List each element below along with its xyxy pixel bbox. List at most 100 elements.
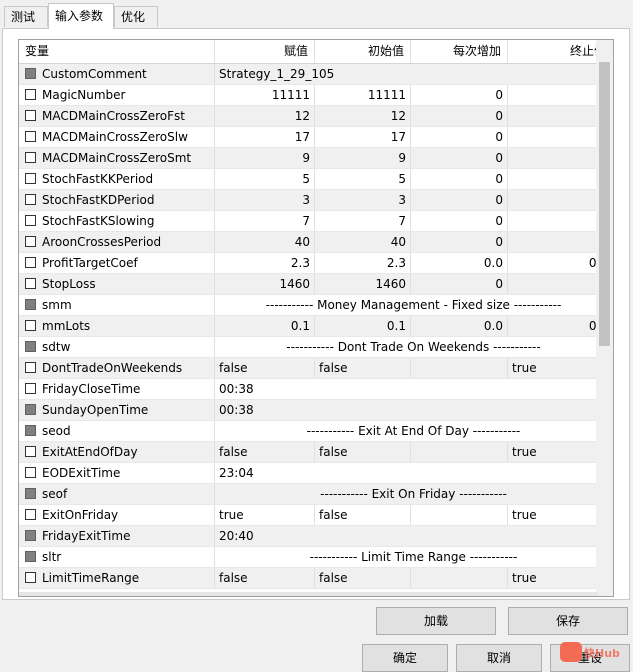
- param-start-cell[interactable]: false: [315, 505, 411, 525]
- param-row-FridayExitTime[interactable]: FridayExitTime 20:40: [19, 526, 613, 547]
- param-start-cell[interactable]: 7: [315, 211, 411, 231]
- param-row-DontTradeOnWeekends[interactable]: DontTradeOnWeekends false false true: [19, 358, 613, 379]
- param-start-cell[interactable]: 12: [315, 106, 411, 126]
- param-start-cell[interactable]: 40: [315, 232, 411, 252]
- param-value-cell[interactable]: false: [215, 442, 315, 462]
- param-row-CustomComment[interactable]: CustomComment Strategy_1_29_105: [19, 64, 613, 85]
- optimize-checkbox[interactable]: [25, 68, 36, 79]
- optimize-checkbox[interactable]: [25, 173, 36, 184]
- param-step-cell[interactable]: [411, 505, 508, 525]
- param-step-cell[interactable]: 0: [411, 85, 508, 105]
- optimize-checkbox[interactable]: [25, 152, 36, 163]
- param-step-cell[interactable]: 0: [411, 169, 508, 189]
- param-row-seof[interactable]: seof ----------- Exit On Friday ---------…: [19, 484, 613, 505]
- col-header-step[interactable]: 每次增加: [411, 40, 508, 63]
- section-separator[interactable]: ----------- Exit On Friday -----------: [215, 484, 613, 504]
- optimize-checkbox[interactable]: [25, 383, 36, 394]
- optimize-checkbox[interactable]: [25, 467, 36, 478]
- section-separator[interactable]: ----------- Limit Time Range -----------: [215, 547, 613, 567]
- param-row-sdtw[interactable]: sdtw ----------- Dont Trade On Weekends -…: [19, 337, 613, 358]
- optimize-checkbox[interactable]: [25, 194, 36, 205]
- save-button[interactable]: 保存: [508, 607, 628, 635]
- load-button[interactable]: 加载: [376, 607, 496, 635]
- param-step-cell[interactable]: 0: [411, 106, 508, 126]
- param-value-cell[interactable]: false: [215, 568, 315, 588]
- param-value-cell[interactable]: 40: [215, 232, 315, 252]
- param-step-cell[interactable]: 0: [411, 127, 508, 147]
- param-row-StochFastKDPeriod[interactable]: StochFastKDPeriod3300: [19, 190, 613, 211]
- vertical-scrollbar[interactable]: [596, 40, 613, 596]
- optimize-checkbox[interactable]: [25, 425, 36, 436]
- tab-optimize[interactable]: 优化: [114, 6, 158, 27]
- horizontal-scrollbar[interactable]: [19, 592, 598, 596]
- param-row-ExitAtEndOfDay[interactable]: ExitAtEndOfDay false false true: [19, 442, 613, 463]
- param-step-cell[interactable]: 0: [411, 274, 508, 294]
- param-value-cell[interactable]: 17: [215, 127, 315, 147]
- param-value-cell[interactable]: 3: [215, 190, 315, 210]
- param-value-cell[interactable]: 9: [215, 148, 315, 168]
- param-row-StochFastKKPeriod[interactable]: StochFastKKPeriod5500: [19, 169, 613, 190]
- param-start-cell[interactable]: false: [315, 442, 411, 462]
- param-step-cell[interactable]: [411, 568, 508, 588]
- param-row-MACDMainCrossZeroSlw[interactable]: MACDMainCrossZeroSlw171700: [19, 127, 613, 148]
- optimize-checkbox[interactable]: [25, 89, 36, 100]
- param-row-LimitTimeRange[interactable]: LimitTimeRange false false true: [19, 568, 613, 589]
- param-value-cell[interactable]: 2.3: [215, 253, 315, 273]
- param-value-cell[interactable]: 12: [215, 106, 315, 126]
- col-header-value[interactable]: 赋值: [215, 40, 315, 63]
- param-step-cell[interactable]: 0: [411, 148, 508, 168]
- section-separator[interactable]: ----------- Money Management - Fixed siz…: [215, 295, 613, 315]
- param-value-cell[interactable]: false: [215, 358, 315, 378]
- param-step-cell[interactable]: 0: [411, 211, 508, 231]
- param-value-cell[interactable]: 00:38: [215, 379, 613, 399]
- param-start-cell[interactable]: 1460: [315, 274, 411, 294]
- optimize-checkbox[interactable]: [25, 488, 36, 499]
- section-separator[interactable]: ----------- Dont Trade On Weekends -----…: [215, 337, 613, 357]
- optimize-checkbox[interactable]: [25, 509, 36, 520]
- param-start-cell[interactable]: 0.1: [315, 316, 411, 336]
- optimize-checkbox[interactable]: [25, 320, 36, 331]
- tab-test[interactable]: 测试: [4, 6, 48, 27]
- param-value-cell[interactable]: 7: [215, 211, 315, 231]
- ok-button[interactable]: 确定: [362, 644, 448, 672]
- param-value-cell[interactable]: 1460: [215, 274, 315, 294]
- param-row-ProfitTargetCoef[interactable]: ProfitTargetCoef2.32.30.00.0: [19, 253, 613, 274]
- optimize-checkbox[interactable]: [25, 572, 36, 583]
- param-row-MagicNumber[interactable]: MagicNumber111111111100: [19, 85, 613, 106]
- param-start-cell[interactable]: 11111: [315, 85, 411, 105]
- param-step-cell[interactable]: 0: [411, 190, 508, 210]
- param-step-cell[interactable]: [411, 442, 508, 462]
- optimize-checkbox[interactable]: [25, 446, 36, 457]
- col-header-start[interactable]: 初始值: [315, 40, 411, 63]
- optimize-checkbox[interactable]: [25, 299, 36, 310]
- param-start-cell[interactable]: false: [315, 358, 411, 378]
- optimize-checkbox[interactable]: [25, 530, 36, 541]
- param-row-StopLoss[interactable]: StopLoss1460146000: [19, 274, 613, 295]
- optimize-checkbox[interactable]: [25, 362, 36, 373]
- optimize-checkbox[interactable]: [25, 341, 36, 352]
- param-row-AroonCrossesPeriod[interactable]: AroonCrossesPeriod404000: [19, 232, 613, 253]
- optimize-checkbox[interactable]: [25, 551, 36, 562]
- param-row-seod[interactable]: seod ----------- Exit At End Of Day -----…: [19, 421, 613, 442]
- param-row-sltr[interactable]: sltr ----------- Limit Time Range -------…: [19, 547, 613, 568]
- optimize-checkbox[interactable]: [25, 236, 36, 247]
- param-value-cell[interactable]: 11111: [215, 85, 315, 105]
- param-start-cell[interactable]: false: [315, 568, 411, 588]
- param-start-cell[interactable]: 5: [315, 169, 411, 189]
- col-header-variable[interactable]: 变量: [19, 40, 215, 63]
- optimize-checkbox[interactable]: [25, 404, 36, 415]
- tab-input-params[interactable]: 输入参数: [48, 3, 114, 29]
- optimize-checkbox[interactable]: [25, 257, 36, 268]
- optimize-checkbox[interactable]: [25, 131, 36, 142]
- param-row-mmLots[interactable]: mmLots0.10.10.00.0: [19, 316, 613, 337]
- param-value-cell[interactable]: 00:38: [215, 400, 613, 420]
- param-step-cell[interactable]: 0.0: [411, 253, 508, 273]
- param-row-ExitOnFriday[interactable]: ExitOnFriday true false true: [19, 505, 613, 526]
- param-start-cell[interactable]: 2.3: [315, 253, 411, 273]
- param-step-cell[interactable]: 0.0: [411, 316, 508, 336]
- param-start-cell[interactable]: 3: [315, 190, 411, 210]
- param-row-StochFastKSlowing[interactable]: StochFastKSlowing7700: [19, 211, 613, 232]
- param-row-MACDMainCrossZeroFst[interactable]: MACDMainCrossZeroFst121200: [19, 106, 613, 127]
- optimize-checkbox[interactable]: [25, 278, 36, 289]
- cancel-button[interactable]: 取消: [456, 644, 542, 672]
